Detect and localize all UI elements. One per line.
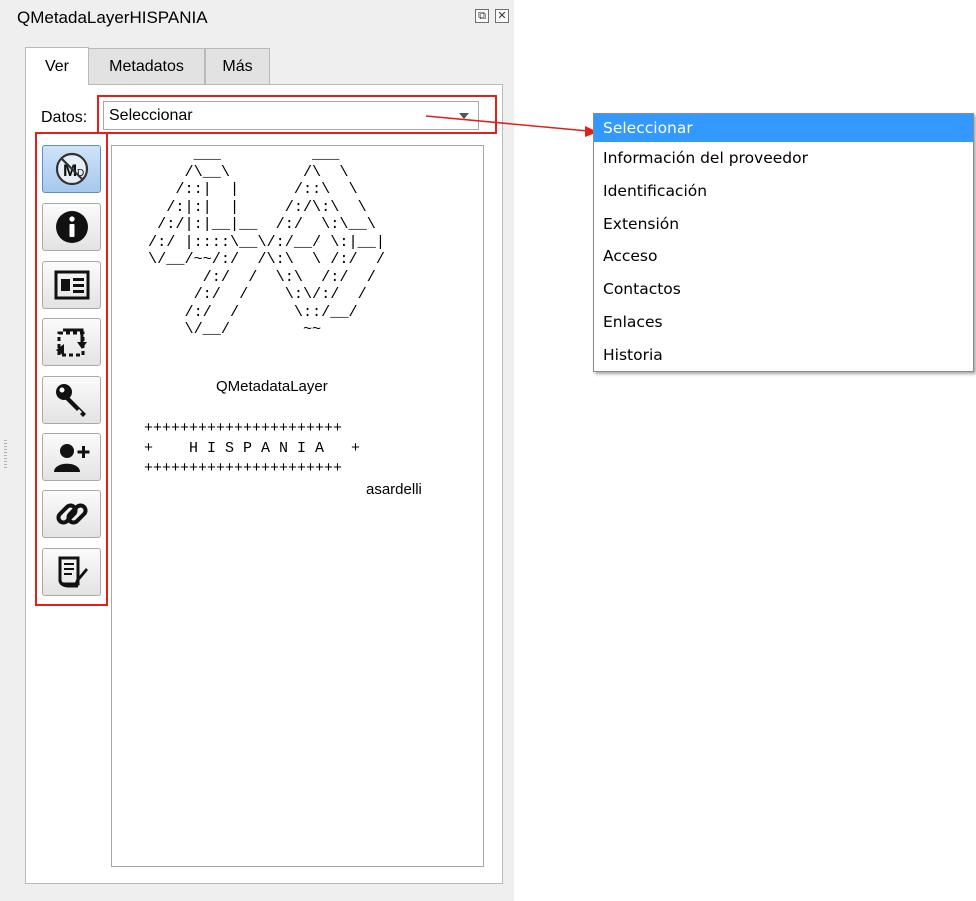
float-icon: ⧉ — [478, 10, 486, 22]
add-user-icon — [53, 444, 89, 472]
dropdown-item-historia[interactable]: Historia — [594, 339, 973, 372]
id-card-icon — [54, 270, 89, 300]
dropdown-item-extension[interactable]: Extensión — [594, 208, 973, 241]
metadata-dock-panel: QMetadaLayerHISPANIA ⧉ ✕ Ver Metadatos M… — [0, 0, 514, 901]
key-icon — [55, 384, 86, 417]
info-icon — [55, 211, 88, 243]
logo-ascii-art: ___ ___ /\__\ /\ \ /::| | /::\ \ /:|:| |… — [148, 145, 385, 338]
author-label: asardelli — [366, 481, 422, 498]
datos-dropdown-list: Seleccionar Información del proveedor Id… — [593, 113, 974, 372]
dropdown-item-acceso[interactable]: Acceso — [594, 240, 973, 273]
tab-label: Ver — [44, 57, 69, 75]
contacts-button[interactable] — [42, 433, 101, 481]
identification-button[interactable] — [42, 261, 101, 309]
tab-label: Más — [222, 57, 253, 75]
tab-metadatos[interactable]: Metadatos — [88, 48, 205, 84]
history-button[interactable] — [42, 548, 101, 596]
dropdown-item-contactos[interactable]: Contactos — [594, 273, 973, 306]
datos-label: Datos: — [41, 109, 88, 126]
panel-title: QMetadaLayerHISPANIA — [17, 8, 208, 27]
dropdown-item-enlaces[interactable]: Enlaces — [594, 306, 973, 339]
close-panel-button[interactable]: ✕ — [495, 9, 509, 23]
extent-button[interactable] — [42, 318, 101, 366]
tab-label: Metadatos — [109, 57, 184, 75]
tab-ver[interactable]: Ver — [25, 47, 89, 85]
metadata-md-icon: M D — [55, 152, 88, 186]
tab-mas[interactable]: Más — [205, 48, 270, 84]
close-icon: ✕ — [497, 10, 507, 22]
links-button[interactable] — [42, 490, 101, 538]
banner-line-bottom: ++++++++++++++++++++++ — [144, 460, 343, 477]
banner-line-top: ++++++++++++++++++++++ — [144, 420, 343, 437]
dropdown-item-seleccionar[interactable]: Seleccionar — [594, 114, 973, 142]
float-panel-button[interactable]: ⧉ — [475, 9, 489, 23]
scroll-icon — [58, 556, 88, 588]
dropdown-item-informacion-proveedor[interactable]: Información del proveedor — [594, 142, 973, 175]
metadata-view-area[interactable]: ___ ___ /\__\ /\ \ /::| | /::\ \ /:|:| |… — [111, 145, 484, 867]
info-button[interactable] — [42, 203, 101, 251]
access-button[interactable] — [42, 376, 101, 424]
app-name-label: QMetadataLayer — [216, 378, 328, 395]
dock-resize-grip[interactable] — [4, 440, 7, 470]
md-button[interactable]: M D — [42, 145, 101, 193]
dropdown-item-identificacion[interactable]: Identificación — [594, 175, 973, 208]
banner-line-title: + H I S P A N I A + — [144, 440, 361, 457]
extent-icon — [55, 328, 87, 357]
link-icon — [55, 503, 88, 525]
annotation-highlight-combobox — [97, 95, 497, 134]
